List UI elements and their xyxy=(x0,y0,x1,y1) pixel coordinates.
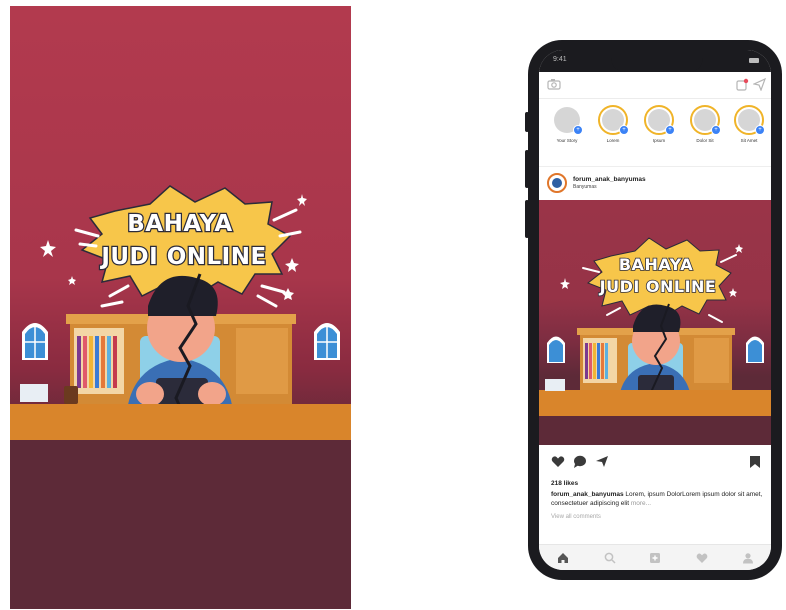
post-username[interactable]: forum_anak_banyumas xyxy=(573,176,646,183)
poster-floor xyxy=(10,440,351,609)
poster-title-line1: BAHAYA xyxy=(126,210,233,239)
post-title-line2: JUDI ONLINE xyxy=(599,276,717,297)
profile-icon[interactable] xyxy=(742,552,754,564)
caption-username[interactable]: forum_anak_banyumas xyxy=(551,491,624,498)
poster-image: BAHAYA JUDI ONLINE xyxy=(10,6,351,609)
add-post-icon[interactable] xyxy=(649,552,661,564)
phone-notch xyxy=(611,50,703,72)
comment-icon[interactable] xyxy=(573,455,587,468)
stories-bar: + Your Story + Lorem + Ipsum + Dolor Sit… xyxy=(539,99,771,157)
search-icon[interactable] xyxy=(604,552,616,564)
likes-icon[interactable] xyxy=(696,552,708,564)
home-icon[interactable] xyxy=(557,552,569,564)
story-ipsum[interactable]: + Ipsum xyxy=(637,105,681,143)
poster-title-line2: JUDI ONLINE xyxy=(100,243,267,272)
view-all-comments-link[interactable]: View all comments xyxy=(551,514,601,520)
activity-icon[interactable] xyxy=(736,78,749,91)
post-caption: forum_anak_banyumas Lorem, ipsum DolorLo… xyxy=(551,490,763,508)
camera-icon[interactable] xyxy=(547,78,561,90)
poster-desk xyxy=(10,404,351,440)
likes-count[interactable]: 218 likes xyxy=(551,480,578,487)
share-icon[interactable] xyxy=(595,455,609,468)
post-illustration xyxy=(539,237,771,445)
phone-screen: 9:41 + Your Story + Lorem + Ipsum + Dolo… xyxy=(539,50,771,570)
add-story-icon: + xyxy=(573,125,583,135)
battery-icon xyxy=(749,58,759,63)
avatar[interactable] xyxy=(547,173,567,193)
story-your-story[interactable]: + Your Story xyxy=(545,105,589,143)
story-lorem[interactable]: + Lorem xyxy=(591,105,635,143)
post-location: Banyumas xyxy=(573,184,597,190)
post-actions xyxy=(539,452,771,472)
story-label: Lorem xyxy=(606,138,620,143)
story-label: Your Story xyxy=(556,138,578,143)
story-label: Ipsum xyxy=(652,138,666,143)
bookmark-icon[interactable] xyxy=(749,455,761,469)
post-title-line1: BAHAYA xyxy=(618,254,694,275)
story-label: Dolor Sit xyxy=(696,138,714,143)
story-dolor-sit[interactable]: + Dolor Sit xyxy=(683,105,727,143)
post-image[interactable]: BAHAYA JUDI ONLINE xyxy=(539,200,771,445)
status-time: 9:41 xyxy=(553,56,567,63)
app-header xyxy=(539,72,771,99)
heart-icon[interactable] xyxy=(551,455,565,468)
bottom-nav xyxy=(539,544,771,570)
story-sit-amet[interactable]: + Sit Amet xyxy=(727,105,771,143)
send-icon[interactable] xyxy=(753,78,766,91)
post-header: forum_anak_banyumas Banyumas xyxy=(539,166,771,201)
phone-mockup: 9:41 + Your Story + Lorem + Ipsum + Dolo… xyxy=(528,40,782,580)
caption-more-link[interactable]: more... xyxy=(629,500,651,507)
story-label: Sit Amet xyxy=(740,138,758,143)
